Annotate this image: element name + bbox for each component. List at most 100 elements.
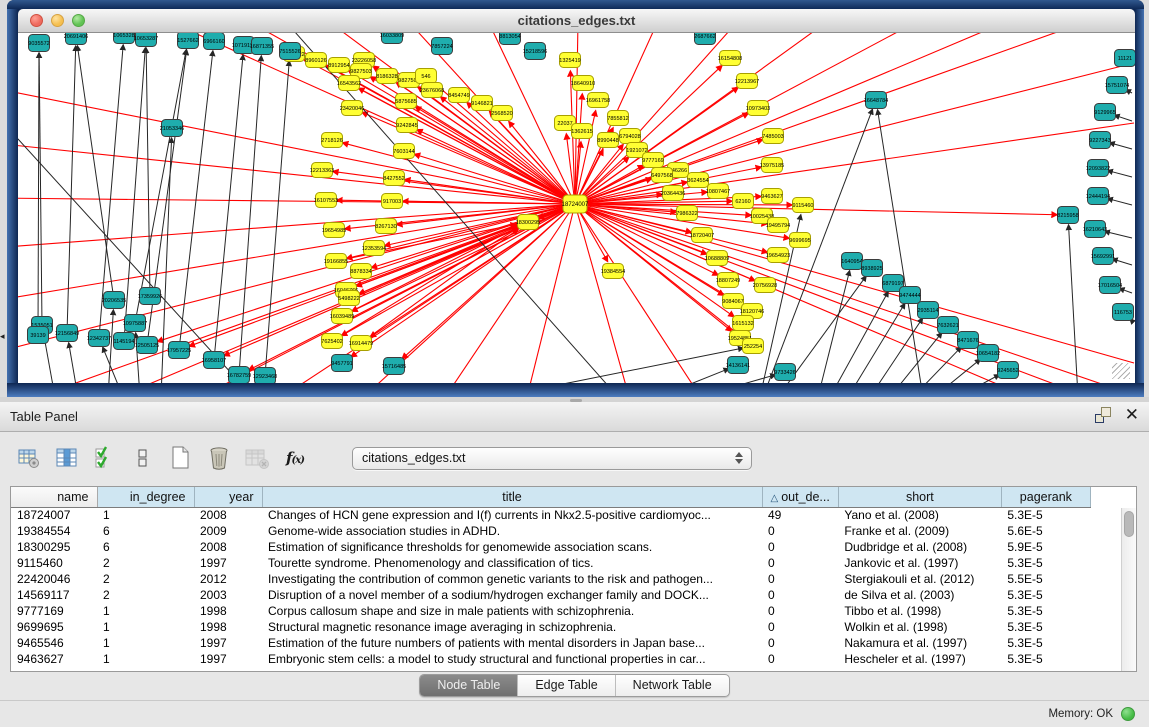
cell-title[interactable]: Changes of HCN gene expression and I(f) … xyxy=(262,507,762,523)
black-edge[interactable] xyxy=(1110,143,1132,149)
table-scrollbar-thumb[interactable] xyxy=(1124,511,1134,537)
red-edge[interactable] xyxy=(575,204,1018,383)
cell-name[interactable]: 9465546 xyxy=(11,635,97,651)
column-header-in_degree[interactable]: in_degree xyxy=(97,487,194,507)
black-edge[interactable] xyxy=(38,53,39,335)
cell-out_degree[interactable]: 0 xyxy=(762,587,838,603)
cell-short[interactable]: Wolkin et al. (1998) xyxy=(838,619,1001,635)
cell-pagerank[interactable]: 5.3E-5 xyxy=(1001,507,1090,523)
cell-in_degree[interactable]: 1 xyxy=(97,507,194,523)
cell-name[interactable]: 18300295 xyxy=(11,539,97,555)
cell-out_degree[interactable]: 0 xyxy=(762,619,838,635)
cell-title[interactable]: Tourette syndrome. Phenomenology and cla… xyxy=(262,555,762,571)
black-edge[interactable] xyxy=(1108,171,1132,177)
red-edge[interactable] xyxy=(575,204,698,383)
black-edge[interactable] xyxy=(1113,259,1132,265)
cell-short[interactable]: Stergiakouli et al. (2012) xyxy=(838,571,1001,587)
cell-out_degree[interactable]: 0 xyxy=(762,523,838,539)
cell-name[interactable]: 9777169 xyxy=(11,603,97,619)
network-canvas[interactable]: 1872400718300295761682289601268912954232… xyxy=(18,33,1135,383)
cell-year[interactable]: 1997 xyxy=(194,651,262,667)
cell-pagerank[interactable]: 5.3E-5 xyxy=(1001,603,1090,619)
cell-short[interactable]: Dudbridge et al. (2008) xyxy=(838,539,1001,555)
black-edge[interactable] xyxy=(135,50,186,323)
cell-out_degree[interactable]: 0 xyxy=(762,635,838,651)
red-edge[interactable] xyxy=(326,65,575,204)
table-row[interactable]: 1872400712008Changes of HCN gene express… xyxy=(11,507,1090,523)
cell-short[interactable]: Hescheler et al. (1997) xyxy=(838,651,1001,667)
column-header-short[interactable]: short xyxy=(838,487,1001,507)
black-edge[interactable] xyxy=(69,343,78,383)
cell-short[interactable]: Nakamura et al. (1997) xyxy=(838,635,1001,651)
cell-pagerank[interactable]: 5.9E-5 xyxy=(1001,539,1090,555)
black-edge[interactable] xyxy=(818,271,850,383)
cell-out_degree[interactable]: 49 xyxy=(762,507,838,523)
red-edge[interactable] xyxy=(362,112,575,204)
cell-short[interactable]: Jankovic et al. (1997) xyxy=(838,555,1001,571)
black-edge[interactable] xyxy=(103,347,123,383)
rows-icon[interactable] xyxy=(130,445,156,471)
black-edge[interactable] xyxy=(658,369,729,383)
column-header-name[interactable]: name xyxy=(11,487,97,507)
cell-in_degree[interactable]: 6 xyxy=(97,539,194,555)
cell-short[interactable]: Franke et al. (2009) xyxy=(838,523,1001,539)
black-edge[interactable] xyxy=(239,56,261,375)
cell-pagerank[interactable]: 5.6E-5 xyxy=(1001,523,1090,539)
cell-name[interactable]: 14569117 xyxy=(11,587,97,603)
node-table-grid[interactable]: namein_degreeyeartitle△out_de...shortpag… xyxy=(11,487,1091,667)
cell-name[interactable]: 19384554 xyxy=(11,523,97,539)
cell-out_degree[interactable]: 0 xyxy=(762,539,838,555)
red-edge[interactable] xyxy=(359,88,575,204)
cell-year[interactable]: 1998 xyxy=(194,603,262,619)
red-edge[interactable] xyxy=(575,33,1008,204)
network-window-titlebar[interactable]: citations_edges.txt xyxy=(18,9,1135,33)
black-edge[interactable] xyxy=(878,110,923,383)
cell-year[interactable]: 2009 xyxy=(194,523,262,539)
cell-pagerank[interactable]: 5.5E-5 xyxy=(1001,571,1090,587)
cell-year[interactable]: 2008 xyxy=(194,507,262,523)
cell-pagerank[interactable]: 5.3E-5 xyxy=(1001,587,1090,603)
cell-year[interactable]: 1997 xyxy=(194,635,262,651)
panel-collapse-arrow[interactable]: ◂ xyxy=(0,331,5,342)
table-row[interactable]: 969969511998Structural magnetic resonanc… xyxy=(11,619,1090,635)
cell-out_degree[interactable]: 0 xyxy=(762,603,838,619)
cell-out_degree[interactable]: 0 xyxy=(762,651,838,667)
close-icon[interactable]: ✕ xyxy=(1125,407,1139,423)
black-edge[interactable] xyxy=(1114,115,1132,121)
red-edge[interactable] xyxy=(18,204,575,301)
column-header-pagerank[interactable]: pagerank xyxy=(1001,487,1090,507)
cell-name[interactable]: 18724007 xyxy=(11,507,97,523)
cell-title[interactable]: Embryonic stem cells: a model to study s… xyxy=(262,651,762,667)
cell-in_degree[interactable]: 1 xyxy=(97,635,194,651)
tab-network-table[interactable]: Network Table xyxy=(616,675,729,696)
column-header-year[interactable]: year xyxy=(194,487,262,507)
cell-out_degree[interactable]: 0 xyxy=(762,555,838,571)
cell-year[interactable]: 1997 xyxy=(194,555,262,571)
black-edge[interactable] xyxy=(848,304,905,383)
cell-pagerank[interactable]: 5.3E-5 xyxy=(1001,555,1090,571)
cell-short[interactable]: de Silva et al. (2003) xyxy=(838,587,1001,603)
table-row[interactable]: 911546021997Tourette syndrome. Phenomeno… xyxy=(11,555,1090,571)
black-edge[interactable] xyxy=(1069,225,1078,383)
cell-name[interactable]: 9463627 xyxy=(11,651,97,667)
black-edge[interactable] xyxy=(77,46,114,300)
new-table-icon[interactable] xyxy=(168,445,194,471)
window-resize-grip[interactable] xyxy=(1112,363,1130,379)
column-header-out_degree[interactable]: △out_de... xyxy=(762,487,838,507)
black-edge[interactable] xyxy=(67,46,76,333)
cell-name[interactable]: 9115460 xyxy=(11,555,97,571)
cell-in_degree[interactable]: 2 xyxy=(97,555,194,571)
black-edge[interactable] xyxy=(1108,199,1132,205)
cell-pagerank[interactable]: 5.3E-5 xyxy=(1001,619,1090,635)
black-edge[interactable] xyxy=(934,359,980,383)
table-settings-icon[interactable] xyxy=(16,445,42,471)
cell-name[interactable]: 9699695 xyxy=(11,619,97,635)
red-edge[interactable] xyxy=(402,204,575,359)
table-scrollbar[interactable] xyxy=(1121,508,1136,671)
delete-rows-trash-icon[interactable] xyxy=(206,445,232,471)
black-edge[interactable] xyxy=(870,318,922,383)
table-row[interactable]: 1456911722003Disruption of a novel membe… xyxy=(11,587,1090,603)
cell-in_degree[interactable]: 1 xyxy=(97,619,194,635)
red-edge[interactable] xyxy=(575,204,1128,383)
cell-pagerank[interactable]: 5.3E-5 xyxy=(1001,635,1090,651)
